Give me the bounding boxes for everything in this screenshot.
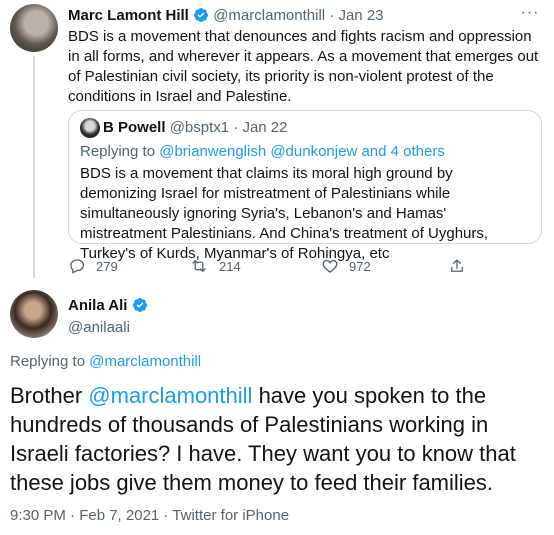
main-replying-prefix: Replying to — [10, 353, 86, 370]
parent-date[interactable]: Jan 23 — [338, 7, 383, 24]
main-timestamp[interactable]: 9:30 PM · Feb 7, 2021 · Twitter for iPho… — [10, 506, 289, 526]
thread-line — [33, 56, 35, 278]
quoted-header: B Powell @bsptx1 · Jan 22 — [103, 118, 523, 138]
quoted-replying-handles[interactable]: @brianwenglish @dunkonjew — [159, 143, 357, 160]
retweet-action[interactable]: 214 — [189, 256, 241, 276]
parent-avatar[interactable] — [10, 4, 58, 52]
main-mention[interactable]: @marclamonthill — [88, 383, 252, 408]
reply-icon — [70, 259, 85, 274]
main-text-rest: have you spoken to the hundreds of thous… — [10, 383, 516, 495]
quoted-replying-suffix[interactable]: and 4 others — [361, 143, 444, 160]
quoted-avatar — [80, 118, 100, 138]
main-tweet-text: Brother @marclamonthill have you spoken … — [10, 381, 544, 497]
parent-handle[interactable]: @marclamonthill — [213, 7, 325, 24]
main-replying-handle[interactable]: @marclamonthill — [89, 353, 201, 370]
share-action[interactable] — [448, 256, 466, 276]
quoted-separator: · — [233, 119, 239, 136]
reply-action[interactable]: 279 — [68, 256, 118, 276]
retweet-icon — [192, 260, 206, 272]
main-text-prefix: Brother — [10, 383, 83, 408]
main-display-name[interactable]: Anila Ali — [68, 297, 127, 314]
share-icon — [451, 259, 463, 272]
parent-header: Marc Lamont Hill @marclamonthill · Jan 2… — [68, 6, 508, 26]
quoted-display-name: B Powell — [103, 119, 166, 136]
parent-tweet-text: BDS is a movement that denounces and fig… — [68, 28, 539, 105]
retweet-count: 214 — [219, 258, 241, 274]
verified-badge-icon — [194, 8, 209, 22]
parent-display-name[interactable]: Marc Lamont Hill — [68, 7, 189, 24]
parent-separator: · — [329, 7, 335, 24]
verified-badge-icon — [132, 298, 147, 312]
reply-count: 279 — [96, 258, 118, 274]
main-avatar[interactable] — [10, 290, 58, 338]
quoted-replying-to: Replying to @brianwenglish @dunkonjew an… — [80, 142, 530, 162]
main-handle[interactable]: @anilaali — [68, 318, 130, 338]
quoted-tweet-text: BDS is a movement that claims its moral … — [80, 165, 489, 262]
quoted-handle: @bsptx1 — [169, 119, 230, 136]
quoted-replying-prefix: Replying to — [80, 143, 156, 160]
main-replying-to: Replying to @marclamonthill — [10, 352, 201, 372]
parent-more-icon[interactable]: ··· — [517, 4, 543, 22]
main-author: Anila Ali — [68, 296, 368, 316]
like-count: 972 — [349, 258, 371, 274]
heart-icon — [322, 259, 338, 273]
like-action[interactable]: 972 — [321, 256, 371, 276]
quoted-date: Jan 22 — [242, 119, 288, 136]
